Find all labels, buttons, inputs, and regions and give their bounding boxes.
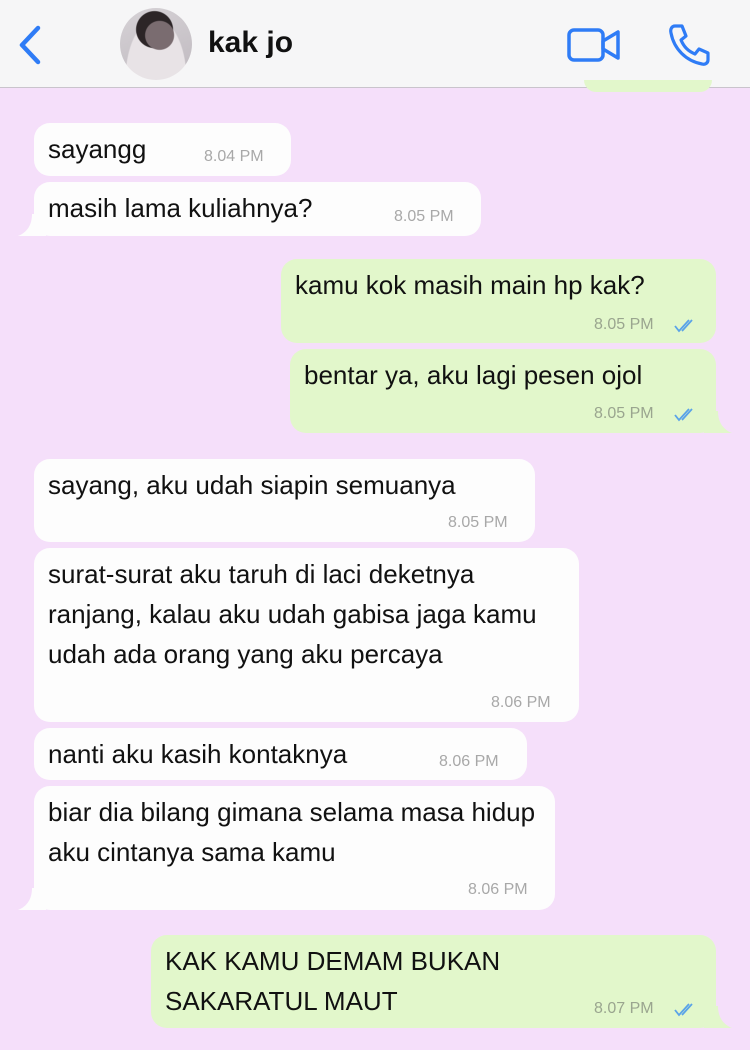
- message-time: 8.06 PM: [491, 694, 551, 711]
- read-receipt-icon: [674, 1003, 693, 1017]
- message-text: KAK KAMU DEMAM BUKAN SAKARATUL MAUT: [165, 946, 508, 1016]
- video-call-button[interactable]: [566, 26, 622, 64]
- message-bubble-outgoing[interactable]: KAK KAMU DEMAM BUKAN SAKARATUL MAUT 8.07…: [151, 935, 732, 1028]
- message-bubble-incoming[interactable]: sayangg 8.04 PM: [34, 123, 291, 176]
- message-time: 8.05 PM: [594, 405, 654, 422]
- bubble-tail: [18, 888, 46, 910]
- message-bubble-incoming[interactable]: biar dia bilang gimana selama masa hidup…: [18, 786, 555, 910]
- message-time: 8.04 PM: [204, 148, 264, 165]
- message-text: masih lama kuliahnya?: [48, 193, 313, 223]
- message-bubble-incoming[interactable]: surat-surat aku taruh di laci deketnya r…: [34, 548, 579, 722]
- chevron-left-icon: [19, 25, 41, 65]
- message-bubble-incoming[interactable]: nanti aku kasih kontaknya 8.06 PM: [34, 728, 527, 780]
- message-text: biar dia bilang gimana selama masa hidup…: [48, 797, 543, 867]
- bubble-tail: [18, 214, 46, 236]
- message-time: 8.06 PM: [468, 881, 528, 898]
- message-bubble-outgoing[interactable]: bentar ya, aku lagi pesen ojol 8.05 PM: [290, 349, 732, 433]
- message-time: 8.05 PM: [394, 208, 454, 225]
- message-bubble-outgoing[interactable]: kamu kok masih main hp kak? 8.05 PM: [281, 259, 716, 343]
- read-receipt-icon: [674, 408, 693, 422]
- previous-message-edge: [584, 80, 712, 92]
- bubble-tail: [704, 1006, 732, 1028]
- read-receipt-icon: [674, 319, 693, 333]
- video-camera-icon: [567, 28, 620, 62]
- message-time: 8.05 PM: [594, 316, 654, 333]
- message-bubble-incoming[interactable]: masih lama kuliahnya? 8.05 PM: [18, 182, 481, 236]
- contact-name[interactable]: kak jo: [208, 26, 293, 60]
- message-text: kamu kok masih main hp kak?: [295, 270, 645, 300]
- message-text: nanti aku kasih kontaknya: [48, 739, 348, 769]
- avatar[interactable]: [120, 8, 192, 80]
- message-bubble-incoming[interactable]: sayang, aku udah siapin semuanya 8.05 PM: [34, 459, 535, 542]
- phone-icon: [669, 24, 710, 66]
- back-button[interactable]: [14, 22, 48, 68]
- voice-call-button[interactable]: [666, 22, 712, 68]
- message-time: 8.07 PM: [594, 1000, 654, 1017]
- bubble-tail: [704, 411, 732, 433]
- message-time: 8.06 PM: [439, 753, 499, 770]
- message-text: sayang, aku udah siapin semuanya: [48, 470, 456, 500]
- chat-header: kak jo: [0, 0, 750, 88]
- message-time: 8.05 PM: [448, 514, 508, 531]
- message-text: sayangg: [48, 134, 147, 164]
- message-text: bentar ya, aku lagi pesen ojol: [304, 360, 643, 390]
- message-text: surat-surat aku taruh di laci deketnya r…: [48, 559, 544, 669]
